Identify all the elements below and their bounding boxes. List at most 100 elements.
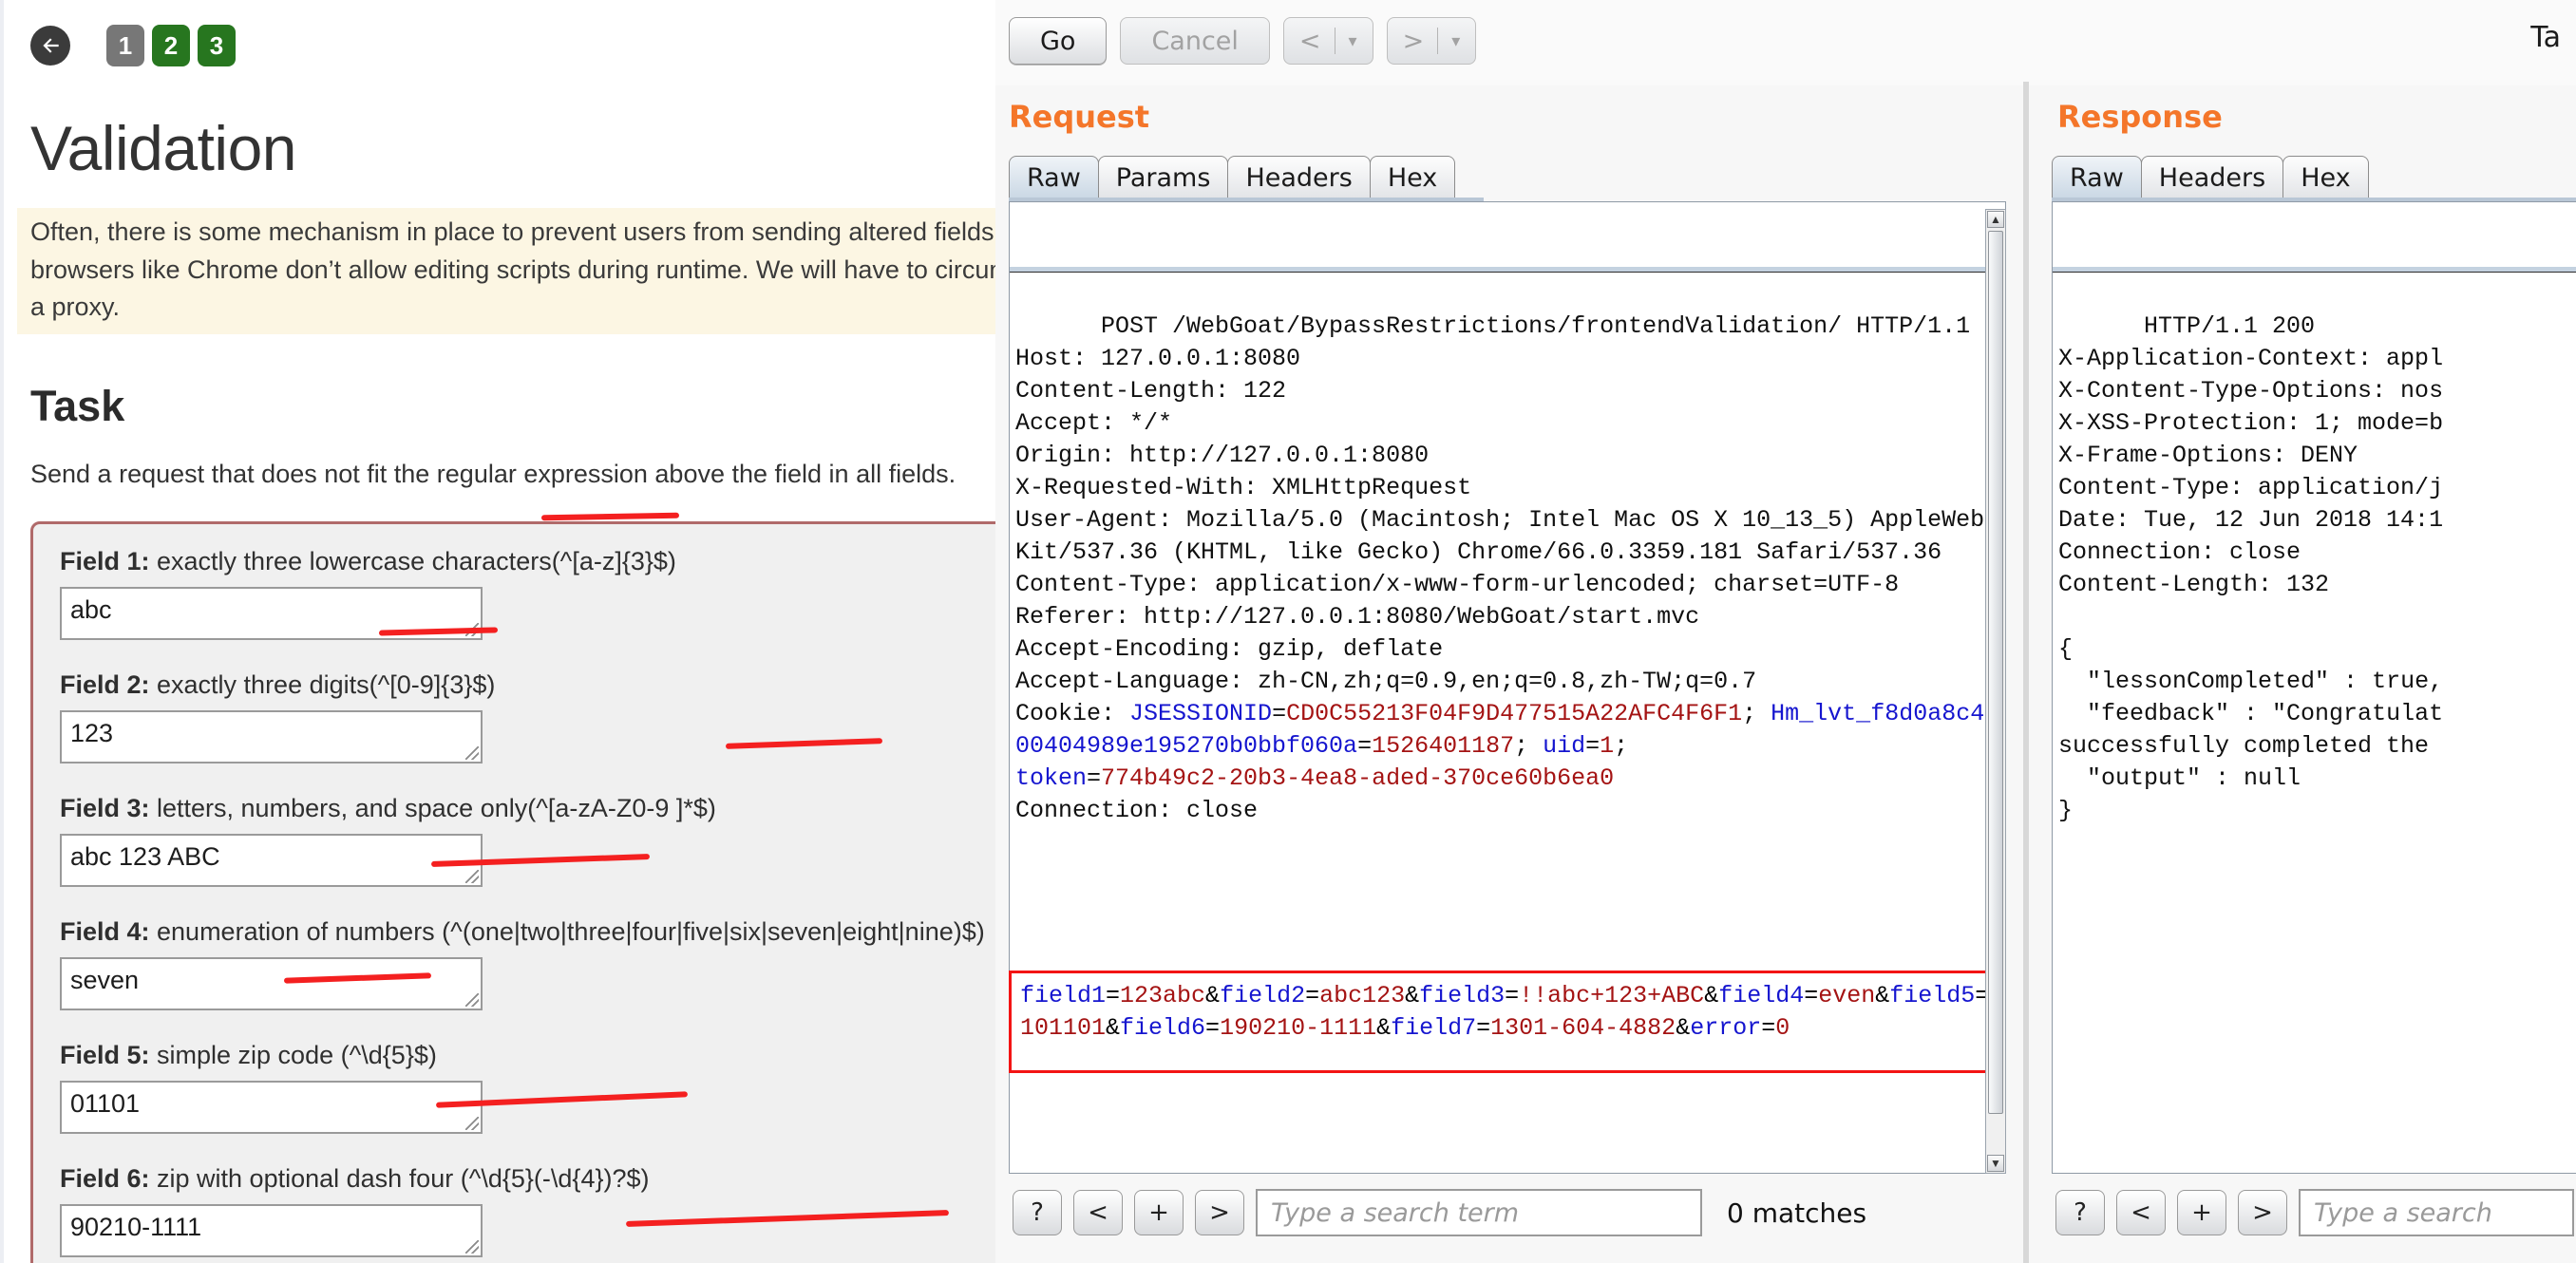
field-4-name: Field 4:	[60, 916, 150, 946]
request-find-help-button[interactable]: ?	[1013, 1190, 1062, 1235]
field-2-desc: exactly three digits(^[0-9]{3}$)	[149, 669, 496, 699]
request-connection-line: Connection: close	[1015, 797, 1259, 824]
back-arrow-icon[interactable]	[30, 26, 70, 66]
request-tab-hex-label: Hex	[1387, 163, 1438, 193]
field-4-label: Field 4: enumeration of numbers (^(one|t…	[60, 915, 995, 949]
request-headers-text: POST /WebGoat/BypassRestrictions/fronten…	[1015, 312, 1985, 727]
response-find-add-button[interactable]: +	[2177, 1190, 2226, 1235]
field-5-name: Field 5:	[60, 1041, 150, 1070]
cancel-button-label: Cancel	[1151, 26, 1239, 56]
response-tab-raw[interactable]: Raw	[2052, 156, 2142, 199]
field-1-name: Field 1:	[60, 546, 150, 575]
response-tab-raw-label: Raw	[2070, 163, 2124, 193]
request-vertical-scrollbar[interactable]: ▲ ▼	[1985, 209, 2006, 1174]
go-button-label: Go	[1040, 26, 1076, 56]
response-search-input[interactable]: Type a search	[2299, 1189, 2574, 1236]
response-tab-hex[interactable]: Hex	[2282, 156, 2369, 199]
field-3-desc: letters, numbers, and space only(^[a-zA-…	[149, 793, 716, 822]
field-3-label: Field 3: letters, numbers, and space onl…	[60, 792, 995, 825]
request-find-prev-button[interactable]: <	[1073, 1190, 1123, 1235]
task-description: Send a request that does not fit the reg…	[30, 459, 957, 488]
request-tab-headers-label: Headers	[1245, 163, 1353, 193]
request-match-count: 0 matches	[1727, 1197, 1867, 1229]
request-tab-params[interactable]: Params	[1097, 156, 1229, 199]
request-find-add-label: +	[1148, 1198, 1169, 1227]
form-field-1: Field 1: exactly three lowercase charact…	[60, 545, 995, 640]
field-6-desc: zip with optional dash four (^\d{5}(-\d{…	[149, 1164, 650, 1194]
field-4-desc: enumeration of numbers (^(one|two|three|…	[149, 916, 985, 946]
response-raw-editor[interactable]: HTTP/1.1 200 X-Application-Context: appl…	[2052, 201, 2576, 1174]
field-1-label: Field 1: exactly three lowercase charact…	[60, 545, 995, 578]
field-2-name: Field 2:	[60, 669, 150, 699]
field-2-input[interactable]	[60, 709, 483, 763]
request-find-add-button[interactable]: +	[1134, 1190, 1184, 1235]
request-body-text[interactable]: field1=123abc&field2=abc123&field3=!!abc…	[1016, 978, 1998, 1069]
body-value-field4: even	[1818, 982, 1876, 1009]
webgoat-browser-pane: 1 2 3 Validation Often, there is some me…	[0, 0, 995, 1263]
response-find-add-label: +	[2191, 1198, 2212, 1227]
body-value-field5: 101101	[1020, 1014, 1107, 1042]
panel-splitter[interactable]	[2023, 82, 2029, 1263]
cancel-button[interactable]: Cancel	[1120, 17, 1270, 65]
body-value-field1: 123abc	[1120, 982, 1206, 1009]
request-find-bar: ? < + > Type a search term 0 matches	[1013, 1189, 1866, 1236]
cookie-value-uid: 1	[1600, 732, 1615, 760]
response-find-next-label: >	[2252, 1198, 2273, 1227]
lesson-pager: 1 2 3	[17, 0, 995, 66]
request-panel-label: Request	[1009, 99, 1150, 135]
cookie-key-jsessionid: JSESSIONID	[1129, 700, 1273, 727]
request-find-next-button[interactable]: >	[1195, 1190, 1244, 1235]
response-find-bar: ? < + > Type a search	[2055, 1189, 2574, 1236]
page-title: Validation	[30, 113, 296, 183]
response-find-next-button[interactable]: >	[2238, 1190, 2287, 1235]
form-field-4: Field 4: enumeration of numbers (^(one|t…	[60, 915, 995, 1011]
request-tab-params-label: Params	[1115, 163, 1211, 193]
lesson-page-2[interactable]: 2	[152, 25, 190, 66]
request-tab-hex[interactable]: Hex	[1369, 156, 1456, 199]
response-search-placeholder: Type a search	[2314, 1197, 2492, 1228]
field-3-name: Field 3:	[60, 793, 150, 822]
body-value-field2: abc123	[1319, 982, 1406, 1009]
lesson-page-3-label: 3	[209, 30, 224, 60]
scrollbar-thumb[interactable]	[1988, 231, 2003, 1114]
cookie-key-token: token	[1015, 764, 1088, 792]
lesson-page-1[interactable]: 1	[106, 25, 144, 66]
task-heading: Task	[30, 381, 125, 430]
field-2-label: Field 2: exactly three digits(^[0-9]{3}$…	[60, 669, 995, 702]
request-tab-raw[interactable]: Raw	[1009, 156, 1099, 199]
scroll-down-arrow-icon[interactable]: ▼	[1987, 1155, 2004, 1172]
forward-button-label: >	[1402, 26, 1425, 56]
response-find-prev-button[interactable]: <	[2116, 1190, 2166, 1235]
field-5-desc: simple zip code (^\d{5}$)	[149, 1041, 437, 1070]
request-search-placeholder: Type a search term	[1271, 1197, 1520, 1228]
forward-button[interactable]: > ▾	[1386, 17, 1477, 65]
cookie-key-uid: uid	[1543, 732, 1586, 760]
body-key-field4: field4	[1718, 982, 1805, 1009]
cookie-value-jsessionid: CD0C55213F04F9D477515A22AFC4F6F1	[1286, 700, 1743, 727]
field-6-input[interactable]	[60, 1204, 483, 1258]
request-search-input[interactable]: Type a search term	[1256, 1189, 1702, 1236]
field-5-input[interactable]	[60, 1081, 483, 1135]
body-value-error: 0	[1775, 1014, 1790, 1042]
form-field-3: Field 3: letters, numbers, and space onl…	[60, 792, 995, 887]
field-3-input[interactable]	[60, 833, 483, 887]
field-4-input[interactable]	[60, 957, 483, 1011]
burp-toolbar: Go Cancel < ▾ > ▾ Ta	[995, 0, 2576, 85]
field-6-name: Field 6:	[60, 1164, 150, 1194]
scroll-up-arrow-icon[interactable]: ▲	[1987, 211, 2004, 228]
response-tab-headers[interactable]: Headers	[2140, 156, 2284, 199]
body-key-field3: field3	[1419, 982, 1506, 1009]
go-button[interactable]: Go	[1009, 17, 1108, 65]
validation-form: Field 1: exactly three lowercase charact…	[30, 520, 995, 1263]
burp-suite-repeater-window: Go Cancel < ▾ > ▾ Ta Request Raw Params …	[995, 0, 2576, 1263]
response-find-help-button[interactable]: ?	[2055, 1190, 2105, 1235]
lesson-page-2-label: 2	[163, 30, 179, 60]
request-tab-headers[interactable]: Headers	[1227, 156, 1371, 199]
lesson-page-3[interactable]: 3	[198, 25, 236, 66]
back-button[interactable]: < ▾	[1282, 17, 1373, 65]
lesson-page-1-label: 1	[118, 30, 133, 60]
field-6-label: Field 6: zip with optional dash four (^\…	[60, 1162, 995, 1196]
form-field-2: Field 2: exactly three digits(^[0-9]{3}$…	[60, 669, 995, 763]
response-raw-text: HTTP/1.1 200 X-Application-Context: appl…	[2058, 312, 2444, 824]
response-tab-headers-label: Headers	[2158, 163, 2266, 193]
